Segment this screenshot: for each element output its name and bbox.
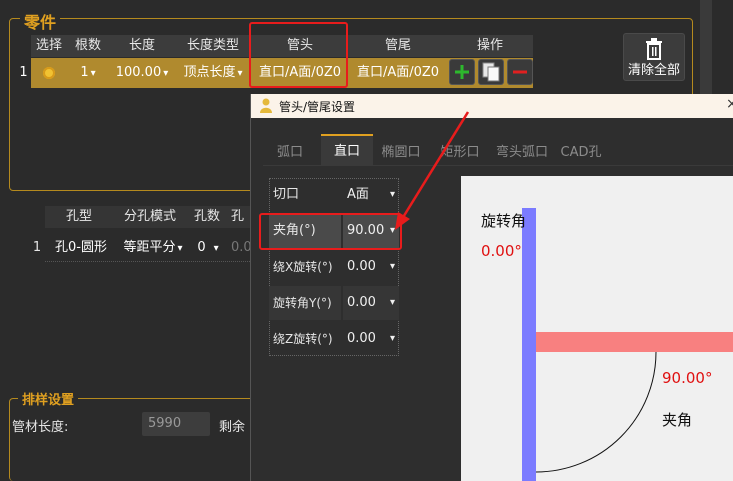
annotation-arrow — [395, 111, 470, 230]
